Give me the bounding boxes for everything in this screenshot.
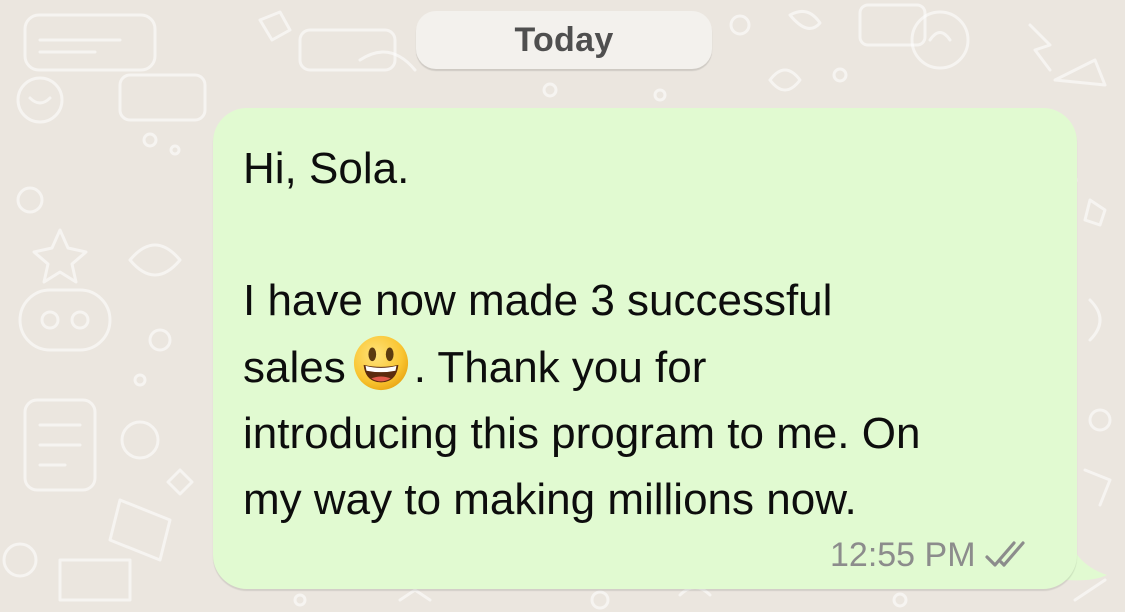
grinning-face-with-big-eyes-emoji: [353, 335, 408, 391]
message-meta: 12:55 PM: [830, 533, 1034, 577]
message-fragment: sales: [243, 343, 346, 392]
message-line: my way to making millions now.: [243, 475, 857, 524]
message-fragment: . Thank you for: [413, 343, 707, 392]
message-line: Hi, Sola.: [243, 144, 410, 193]
message-line: I have now made 3 successful: [243, 276, 833, 325]
message-line: sales . Thank you for: [243, 334, 1063, 401]
date-divider-label: Today: [514, 20, 614, 59]
message-text[interactable]: Hi, Sola. I have now made 3 successful s…: [243, 136, 1063, 533]
message-line: introducing this program to me. On: [243, 409, 921, 458]
date-divider: Today: [416, 11, 712, 69]
message-time: 12:55 PM: [830, 535, 976, 574]
double-check-icon: [984, 541, 1025, 567]
